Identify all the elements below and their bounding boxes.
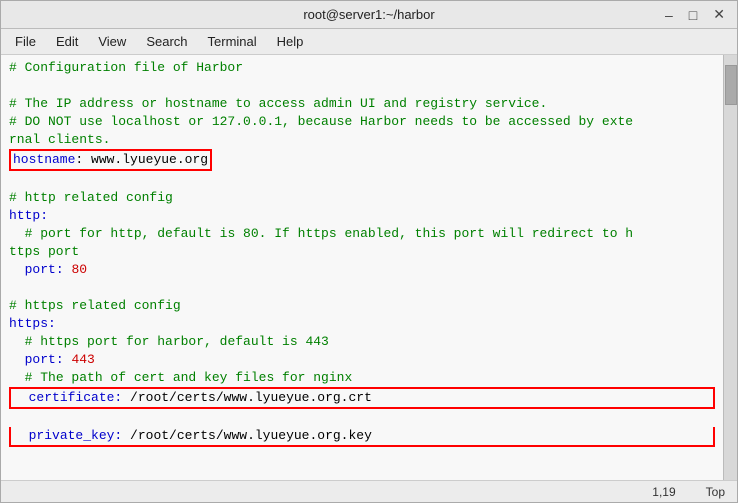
terminal-window: root@server1:~/harbor – □ ✕ File Edit Vi…	[0, 0, 738, 503]
scrollbar[interactable]	[723, 55, 737, 480]
minimize-button[interactable]: –	[661, 7, 677, 23]
menu-edit[interactable]: Edit	[48, 32, 86, 51]
close-button[interactable]: ✕	[709, 6, 729, 23]
scroll-position: Top	[706, 485, 725, 499]
menu-view[interactable]: View	[90, 32, 134, 51]
editor-content[interactable]: # Configuration file of Harbor # The IP …	[1, 55, 723, 480]
maximize-button[interactable]: □	[685, 7, 701, 23]
menu-terminal[interactable]: Terminal	[200, 32, 265, 51]
scrollbar-thumb[interactable]	[725, 65, 737, 105]
menu-bar: File Edit View Search Terminal Help	[1, 29, 737, 55]
title-bar: root@server1:~/harbor – □ ✕	[1, 1, 737, 29]
menu-file[interactable]: File	[7, 32, 44, 51]
cursor-position: 1,19	[652, 485, 675, 499]
window-controls: – □ ✕	[661, 6, 729, 23]
menu-search[interactable]: Search	[138, 32, 195, 51]
menu-help[interactable]: Help	[269, 32, 312, 51]
status-bar: 1,19 Top	[1, 480, 737, 502]
window-title: root@server1:~/harbor	[303, 7, 434, 22]
editor-area: # Configuration file of Harbor # The IP …	[1, 55, 737, 480]
code-text: # Configuration file of Harbor # The IP …	[9, 59, 715, 480]
